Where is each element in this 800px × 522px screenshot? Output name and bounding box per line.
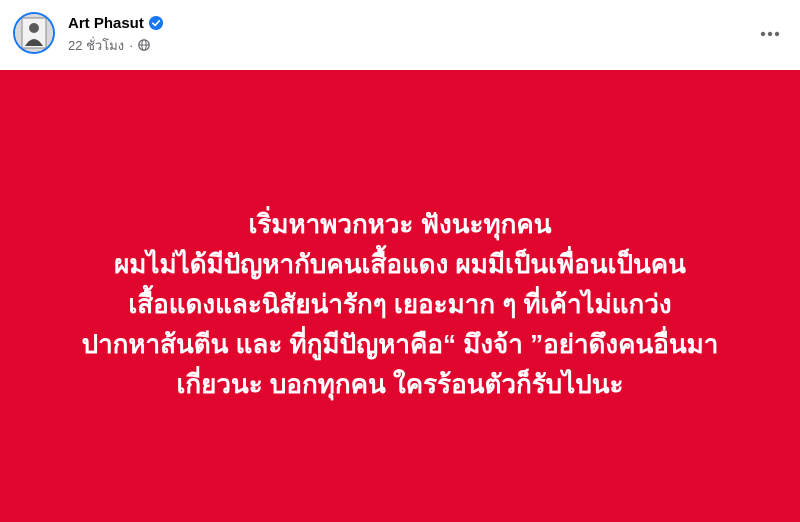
ellipsis-horizontal-icon xyxy=(760,24,780,42)
post-header: Art Phasut 22 ชั่วโมง · xyxy=(0,0,800,70)
avatar-image xyxy=(15,14,53,52)
author-row: Art Phasut xyxy=(68,13,163,33)
post-line: เริ่มหาพวกหวะ ฟังนะทุกคน xyxy=(248,209,552,239)
verified-badge-icon xyxy=(148,16,163,30)
post-text-card: เริ่มหาพวกหวะ ฟังนะทุกคน ผมไม่ได้มีปัญหา… xyxy=(0,70,800,522)
post-line: ผมไม่ได้มีปัญหากับคนเสื้อแดง ผมมีเป็นเพื… xyxy=(114,249,686,279)
post-meta: 22 ชั่วโมง · xyxy=(68,35,151,56)
more-options-button[interactable] xyxy=(756,22,784,44)
author-name[interactable]: Art Phasut xyxy=(68,15,144,32)
post-line: ปากหาส้นตีน และ ที่กูมีปัญหาคือ“ มึงจ้า … xyxy=(81,329,719,359)
avatar[interactable] xyxy=(13,12,55,54)
globe-icon[interactable] xyxy=(138,39,151,51)
post-timestamp[interactable]: 22 ชั่วโมง xyxy=(68,35,124,56)
post-body: เริ่มหาพวกหวะ ฟังนะทุกคน ผมไม่ได้มีปัญหา… xyxy=(20,204,780,404)
post-line: เกี่ยวนะ บอกทุกคน ใครร้อนตัวก็รับไปนะ xyxy=(176,369,624,399)
post-line: เสื้อแดงและนิสัยน่ารักๆ เยอะมาก ๆ ที่เค้… xyxy=(128,289,672,319)
meta-separator: · xyxy=(129,37,134,53)
